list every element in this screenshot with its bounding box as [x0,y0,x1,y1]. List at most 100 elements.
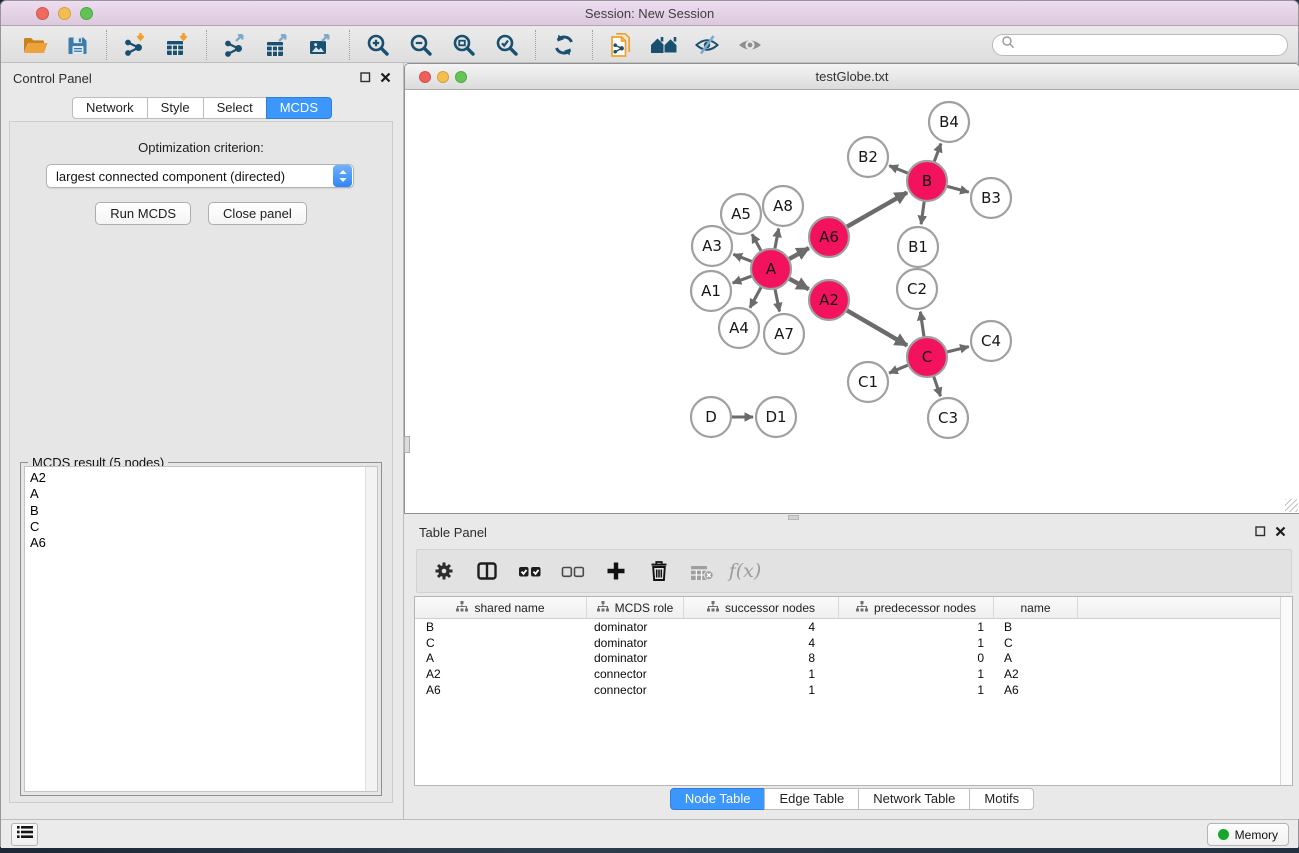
graph-edge-C-C2[interactable] [920,312,924,337]
table-row[interactable]: Adominator80A [415,650,1292,666]
graph-node-A1[interactable]: A1 [691,271,731,311]
graph-edge-B-B4[interactable] [934,144,941,163]
float-table-panel-icon[interactable] [1255,526,1266,537]
table-cell[interactable]: 1 [839,636,994,650]
graph-node-B4[interactable]: B4 [929,102,969,142]
graph-edge-A2-C[interactable] [846,310,907,345]
column-header-MCDS-role[interactable]: MCDS role [587,597,684,618]
open-session-icon[interactable] [20,30,50,60]
window-resize-grip[interactable] [1285,499,1298,512]
table-cell[interactable]: A2 [994,667,1078,681]
table-cell[interactable]: 8 [684,651,839,665]
tab-network[interactable]: Network [72,97,148,119]
graph-node-A7[interactable]: A7 [764,314,804,354]
network-window-titlebar[interactable]: testGlobe.txt [405,64,1299,90]
result-scrollbar[interactable] [365,467,377,791]
graph-node-A6[interactable]: A6 [809,217,849,257]
graph-node-C[interactable]: C [907,337,947,377]
run-mcds-button[interactable]: Run MCDS [95,202,191,225]
table-scrollbar[interactable] [1280,597,1292,785]
graph-node-C3[interactable]: C3 [928,398,968,438]
mcds-result-item[interactable]: B [30,503,377,519]
close-table-panel-icon[interactable] [1275,526,1286,537]
zoom-out-icon[interactable] [406,30,436,60]
column-header-name[interactable]: name [994,597,1078,618]
zoom-traffic-light[interactable] [80,7,93,20]
hide-selected-icon[interactable] [692,30,722,60]
graph-edge-B-B3[interactable] [946,186,968,192]
function-builder-icon[interactable]: f(x) [732,558,758,584]
mcds-result-item[interactable]: A [30,486,377,502]
table-cell[interactable]: 0 [839,651,994,665]
table-cell[interactable]: B [994,620,1078,634]
column-header-successor-nodes[interactable]: successor nodes [684,597,839,618]
table-cell[interactable]: 1 [684,667,839,681]
export-image-icon[interactable] [306,30,336,60]
table-cell[interactable]: 1 [684,683,839,697]
delete-table-icon[interactable] [689,558,715,584]
graph-node-D1[interactable]: D1 [756,397,796,437]
table-tab-motifs[interactable]: Motifs [969,788,1034,810]
graph-node-C1[interactable]: C1 [848,362,888,402]
graph-node-A[interactable]: A [751,249,791,289]
show-all-icon[interactable] [735,30,765,60]
table-cell[interactable]: 4 [684,620,839,634]
new-network-from-selection-icon[interactable] [606,30,636,60]
graph-node-B3[interactable]: B3 [971,178,1011,218]
zoom-in-icon[interactable] [363,30,393,60]
save-session-icon[interactable] [63,30,93,60]
import-network-icon[interactable] [120,30,150,60]
panel-splitter-handle[interactable] [404,436,410,453]
graph-edge-A-A4[interactable] [750,287,761,308]
unselect-all-icon[interactable] [560,558,586,584]
mcds-result-list[interactable]: A2ABCA6 [24,466,378,792]
table-cell[interactable]: A2 [415,667,587,681]
split-view-icon[interactable] [474,558,500,584]
table-cell[interactable]: connector [587,667,684,681]
graph-node-A8[interactable]: A8 [763,186,803,226]
mcds-result-item[interactable]: C [30,519,377,535]
table-cell[interactable]: A6 [994,683,1078,697]
memory-button[interactable]: Memory [1207,823,1289,846]
graph-edge-A-A8[interactable] [775,229,779,250]
mcds-result-item[interactable]: A6 [30,535,377,551]
search-box[interactable] [992,34,1288,56]
tab-mcds[interactable]: MCDS [266,97,332,119]
table-cell[interactable]: dominator [587,636,684,650]
table-cell[interactable]: B [415,620,587,634]
graph-node-A2[interactable]: A2 [809,280,849,320]
task-history-button[interactable] [11,823,38,846]
apply-layout-icon[interactable] [649,30,679,60]
graph-edge-A-A7[interactable] [775,289,780,312]
graph-edge-C-C1[interactable] [889,365,908,373]
graph-edge-B-B2[interactable] [889,166,908,174]
add-column-icon[interactable] [603,558,629,584]
zoom-fit-icon[interactable] [449,30,479,60]
graph-edge-C-C4[interactable] [946,347,968,353]
export-table-icon[interactable] [263,30,293,60]
delete-columns-icon[interactable] [646,558,672,584]
table-row[interactable]: A6connector11A6 [415,682,1292,698]
table-cell[interactable]: C [415,636,587,650]
table-cell[interactable]: A [415,651,587,665]
graph-edge-A-A1[interactable] [733,276,753,283]
close-traffic-light[interactable] [36,7,49,20]
network-close-traffic-light[interactable] [419,71,431,83]
table-cell[interactable]: C [994,636,1078,650]
minimize-traffic-light[interactable] [58,7,71,20]
zoom-selected-icon[interactable] [492,30,522,60]
table-cell[interactable]: 1 [839,683,994,697]
graph-node-B2[interactable]: B2 [848,137,888,177]
table-tab-node-table[interactable]: Node Table [670,788,766,810]
import-table-icon[interactable] [163,30,193,60]
criterion-dropdown[interactable]: largest connected component (directed) [46,164,354,188]
graph-node-C4[interactable]: C4 [971,321,1011,361]
table-tab-edge-table[interactable]: Edge Table [764,788,859,810]
table-cell[interactable]: 4 [684,636,839,650]
mcds-result-item[interactable]: A2 [30,470,377,486]
table-cell[interactable]: A [994,651,1078,665]
table-cell[interactable]: connector [587,683,684,697]
graph-edge-A-A3[interactable] [733,254,752,261]
table-cell[interactable]: dominator [587,620,684,634]
graph-node-B[interactable]: B [907,161,947,201]
